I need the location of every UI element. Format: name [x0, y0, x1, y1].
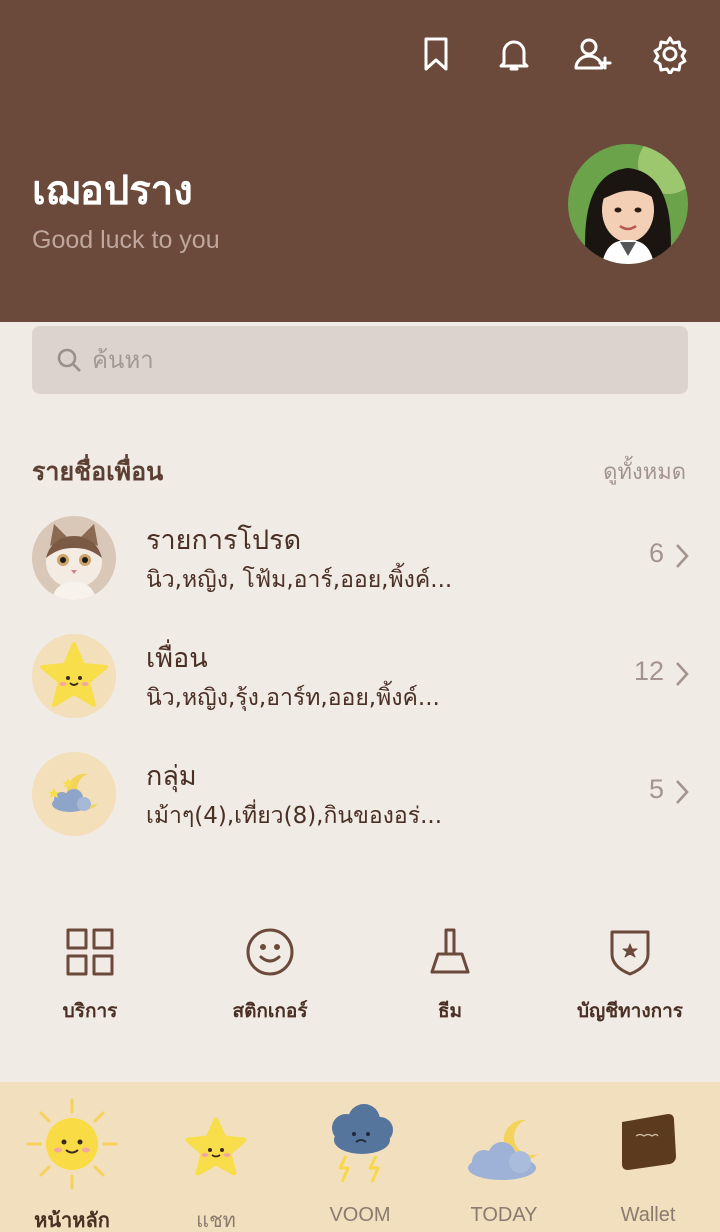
service-button-official-accounts[interactable]: บัญชีทางการ: [540, 920, 720, 1040]
friend-row-favorites[interactable]: รายการโปรด นิว,หญิง, โฟ้ม,อาร์,ออย,พิ้งค…: [0, 508, 720, 608]
gear-icon[interactable]: [650, 30, 690, 78]
tab-home[interactable]: หน้าหลัก: [0, 1082, 144, 1232]
see-all-link[interactable]: ดูทั้งหมด: [603, 454, 686, 489]
service-label: สติกเกอร์: [232, 1000, 308, 1022]
star-avatar: [32, 634, 116, 718]
friend-group-title: กลุ่ม: [146, 761, 197, 792]
friend-list-title: รายชื่อเพื่อน: [32, 457, 164, 486]
search-icon: [57, 348, 81, 372]
brush-icon: [424, 926, 476, 978]
chevron-right-icon: [674, 542, 690, 570]
service-button-themes[interactable]: ธีม: [360, 920, 540, 1040]
friend-row-groups[interactable]: กลุ่ม เม้าๆ(4),เที่ยว(8),กินของอร่... 5: [0, 744, 720, 844]
tab-chats[interactable]: แชท: [144, 1082, 288, 1232]
friend-group-count: 6: [648, 538, 664, 568]
tab-today[interactable]: TODAY: [432, 1082, 576, 1232]
header-actions: [416, 30, 690, 78]
star-icon: [166, 1094, 266, 1194]
profile-header: เฌอปราง Good luck to you: [0, 0, 720, 322]
add-friend-icon[interactable]: [572, 30, 612, 78]
service-label: บัญชีทางการ: [577, 1000, 683, 1022]
tab-label: TODAY: [470, 1204, 538, 1226]
friend-row-friends[interactable]: เพื่อน นิว,หญิง,รุ้ง,อาร์ท,ออย,พิ้งค์...…: [0, 626, 720, 726]
cloud-icon: [310, 1094, 410, 1194]
bookmark-icon[interactable]: [416, 30, 456, 78]
chevron-right-icon: [674, 660, 690, 688]
friend-group-members: นิว,หญิง,รุ้ง,อาร์ท,ออย,พิ้งค์...: [146, 685, 440, 711]
wallet-icon: [598, 1094, 698, 1194]
search-input[interactable]: [92, 346, 652, 374]
search-bar[interactable]: [32, 326, 688, 394]
smiley-icon: [244, 926, 296, 978]
bell-icon[interactable]: [494, 30, 534, 78]
tab-label: Wallet: [620, 1204, 676, 1226]
profile-avatar[interactable]: [568, 144, 688, 264]
friend-group-count: 12: [633, 656, 664, 686]
friend-group-title: เพื่อน: [146, 643, 208, 674]
moon-icon: [454, 1094, 554, 1194]
tab-label: หน้าหลัก: [34, 1210, 110, 1232]
moon-cloud-avatar: [32, 752, 116, 836]
bottom-tab-bar: หน้าหลัก แชท VOOM TODAY Wallet: [0, 1082, 720, 1232]
chevron-right-icon: [674, 778, 690, 806]
friend-group-members: เม้าๆ(4),เที่ยว(8),กินของอร่...: [146, 803, 443, 829]
tab-label: แชท: [196, 1210, 236, 1232]
service-label: บริการ: [62, 1000, 118, 1022]
tab-voom[interactable]: VOOM: [288, 1082, 432, 1232]
friend-group-title: รายการโปรด: [146, 525, 302, 556]
service-button-stickers[interactable]: สติกเกอร์: [180, 920, 360, 1040]
profile-name[interactable]: เฌอปราง: [32, 158, 193, 222]
cat-avatar: [32, 516, 116, 600]
service-button-services[interactable]: บริการ: [0, 920, 180, 1040]
services-row: บริการ สติกเกอร์ ธีม บัญชีทางการ: [0, 920, 720, 1040]
shield-star-icon: [604, 926, 656, 978]
tab-wallet[interactable]: Wallet: [576, 1082, 720, 1232]
friend-group-count: 5: [648, 774, 664, 804]
profile-status-message[interactable]: Good luck to you: [32, 226, 220, 255]
grid-icon: [64, 926, 116, 978]
sun-icon: [22, 1094, 122, 1194]
service-label: ธีม: [437, 1000, 463, 1022]
tab-label: VOOM: [329, 1204, 391, 1226]
friend-group-members: นิว,หญิง, โฟ้ม,อาร์,ออย,พิ้งค์...: [146, 567, 453, 593]
